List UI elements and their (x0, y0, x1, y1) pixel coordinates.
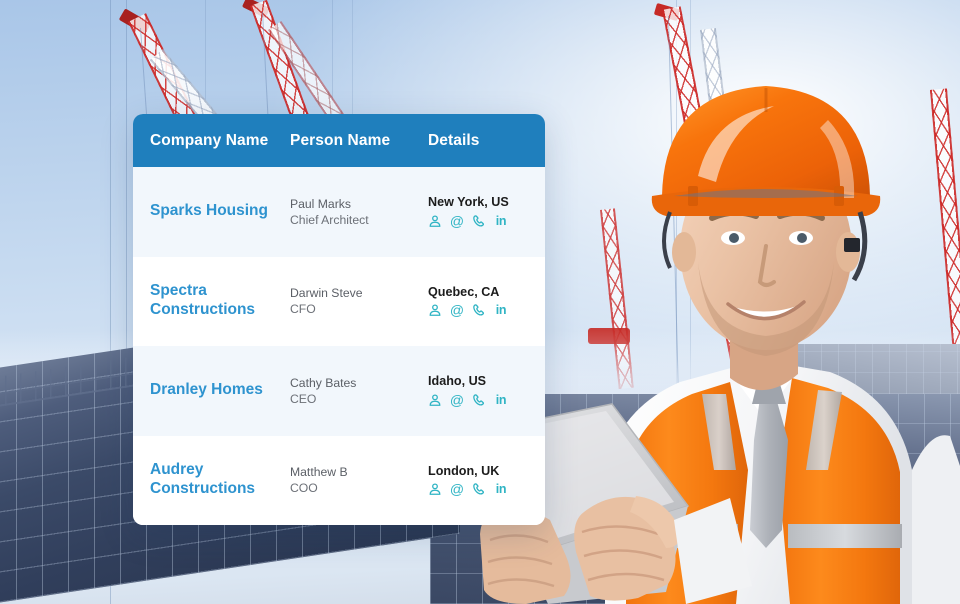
contact-card-icon[interactable] (428, 303, 442, 317)
person-cell: Darwin Steve CFO (290, 285, 428, 317)
company-name-link[interactable]: Spectra Constructions (133, 282, 290, 320)
email-icon[interactable]: @ (450, 214, 464, 228)
phone-icon[interactable] (472, 393, 486, 407)
details-cell: London, UK @ in (428, 464, 545, 497)
worker-pupil (797, 233, 807, 243)
details-cell: New York, US @ in (428, 195, 545, 228)
person-name: Cathy Bates (290, 375, 357, 390)
person-role: CFO (290, 302, 316, 317)
email-icon[interactable]: @ (450, 393, 464, 407)
location-text: Quebec, CA (428, 284, 500, 299)
table-row[interactable]: Sparks Housing Paul Marks Chief Architec… (133, 167, 545, 257)
person-role: Chief Architect (290, 212, 369, 227)
company-name-link[interactable]: Dranley Homes (133, 381, 290, 400)
person-role: COO (290, 481, 318, 496)
helmet-strap-buckle (844, 238, 860, 252)
table-row[interactable]: Audrey Constructions Matthew B COO Londo… (133, 435, 545, 525)
vest-reflective-band (788, 524, 902, 548)
worker-sleeve (912, 435, 960, 604)
phone-icon[interactable] (472, 482, 486, 496)
table-row[interactable]: Spectra Constructions Darwin Steve CFO Q… (133, 256, 545, 346)
worker-ear (672, 232, 696, 272)
column-header-details: Details (428, 131, 480, 149)
contact-card-icon[interactable] (428, 214, 442, 228)
company-name-link[interactable]: Audrey Constructions (133, 461, 290, 499)
person-cell: Matthew B COO (290, 464, 428, 496)
company-name-link[interactable]: Sparks Housing (133, 202, 290, 221)
person-name: Matthew B (290, 465, 348, 480)
location-text: London, UK (428, 463, 500, 478)
contact-icons-group: @ in (428, 303, 545, 318)
column-header-company: Company Name (150, 131, 269, 149)
linkedin-icon[interactable]: in (494, 482, 508, 496)
contact-card-icon[interactable] (428, 482, 442, 496)
contacts-table-card: Company Name Person Name Details Sparks … (133, 114, 545, 525)
contact-icons-group: @ in (428, 392, 545, 407)
email-icon[interactable]: @ (450, 303, 464, 317)
linkedin-icon[interactable]: in (494, 393, 508, 407)
column-header-person: Person Name (290, 131, 391, 149)
phone-icon[interactable] (472, 303, 486, 317)
email-icon[interactable]: @ (450, 482, 464, 496)
helmet-chin-strap (662, 211, 672, 269)
details-cell: Quebec, CA @ in (428, 285, 545, 318)
person-role: CEO (290, 391, 317, 406)
contact-icons-group: @ in (428, 482, 545, 497)
location-text: Idaho, US (428, 374, 487, 389)
person-cell: Paul Marks Chief Architect (290, 196, 428, 228)
contact-card-icon[interactable] (428, 393, 442, 407)
details-cell: Idaho, US @ in (428, 374, 545, 407)
phone-icon[interactable] (472, 214, 486, 228)
person-name: Paul Marks (290, 196, 351, 211)
location-text: New York, US (428, 195, 509, 210)
person-cell: Cathy Bates CEO (290, 375, 428, 407)
table-row[interactable]: Dranley Homes Cathy Bates CEO Idaho, US … (133, 346, 545, 436)
contact-icons-group: @ in (428, 213, 545, 228)
person-name: Darwin Steve (290, 286, 363, 301)
worker-pupil (729, 233, 739, 243)
linkedin-icon[interactable]: in (494, 303, 508, 317)
table-header-row: Company Name Person Name Details (133, 114, 545, 167)
linkedin-icon[interactable]: in (494, 214, 508, 228)
